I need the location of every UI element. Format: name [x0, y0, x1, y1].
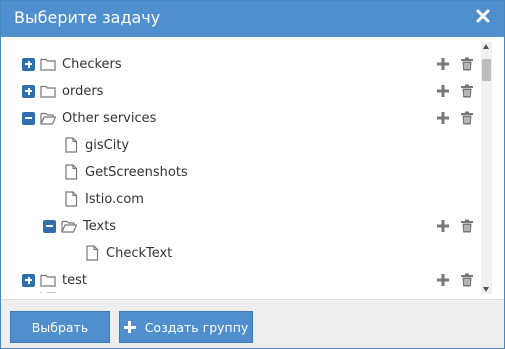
create-group-button[interactable]: Создать группу — [119, 311, 253, 343]
plus-icon — [123, 321, 136, 333]
expand-toggle-icon[interactable] — [22, 84, 35, 98]
task-tree: Checkers orders Other services gisCity G… — [5, 42, 479, 293]
tree-item-getscreenshots[interactable]: GetScreenshots — [63, 161, 188, 183]
folder-icon — [40, 56, 56, 72]
file-icon — [84, 245, 100, 261]
tree-item-checkers[interactable]: Checkers — [22, 53, 122, 75]
tree-item-other-services[interactable]: Other services — [22, 107, 156, 129]
scroll-down-icon[interactable] — [483, 287, 489, 292]
row-actions — [436, 273, 474, 287]
create-group-button-label: Создать группу — [144, 319, 249, 335]
tree-item-label: Other services — [62, 110, 157, 126]
expand-toggle-icon[interactable] — [22, 57, 35, 71]
scroll-thumb[interactable] — [482, 59, 491, 81]
select-button[interactable]: Выбрать — [10, 311, 110, 343]
tree-item-label: Texts — [83, 218, 117, 234]
close-icon[interactable] — [476, 9, 490, 23]
file-icon — [63, 137, 79, 153]
tree-scrollbar[interactable] — [481, 42, 492, 294]
add-icon[interactable] — [436, 273, 450, 287]
trash-icon[interactable] — [460, 219, 474, 233]
folder-icon — [40, 292, 56, 293]
add-icon[interactable] — [436, 111, 450, 125]
row-actions — [436, 111, 474, 125]
trash-icon[interactable] — [460, 273, 474, 287]
folder-open-icon — [40, 110, 56, 126]
row-actions — [436, 219, 474, 233]
tree-item-istio[interactable]: Istio.com — [63, 188, 144, 210]
collapse-toggle-icon[interactable] — [43, 219, 56, 233]
tree-item-label: orders — [62, 83, 104, 99]
tree-item-label: GetScreenshots — [85, 164, 188, 180]
row-actions — [436, 57, 474, 71]
row-actions — [436, 84, 474, 98]
dialog-body: Checkers orders Other services gisCity G… — [1, 37, 504, 299]
folder-open-icon — [61, 218, 77, 234]
trash-icon[interactable] — [460, 84, 474, 98]
tree-item-test[interactable]: test — [22, 269, 87, 291]
expand-toggle-icon[interactable] — [22, 273, 35, 287]
tree-item-texts[interactable]: Texts — [43, 215, 116, 237]
dialog-title: Выберите задачу — [14, 8, 161, 27]
select-button-label: Выбрать — [31, 319, 89, 335]
file-icon — [63, 191, 79, 207]
trash-icon[interactable] — [460, 111, 474, 125]
trash-icon[interactable] — [460, 57, 474, 71]
tree-item-label: Checkers — [62, 56, 122, 72]
select-task-dialog: Выберите задачу Checkers orders Other se… — [0, 0, 505, 349]
folder-icon — [40, 272, 56, 288]
collapse-toggle-icon[interactable] — [22, 111, 35, 125]
add-icon[interactable] — [436, 219, 450, 233]
tree-item-partial — [22, 292, 62, 293]
file-icon — [63, 164, 79, 180]
dialog-footer: Выбрать Создать группу — [1, 299, 504, 348]
add-icon[interactable] — [436, 84, 450, 98]
tree-item-label: Istio.com — [85, 191, 144, 207]
tree-item-giscity[interactable]: gisCity — [63, 134, 129, 156]
tree-item-checktext[interactable]: CheckText — [84, 242, 172, 264]
tree-item-orders[interactable]: orders — [22, 80, 103, 102]
scroll-up-icon[interactable] — [483, 44, 489, 49]
add-icon[interactable] — [436, 57, 450, 71]
dialog-titlebar: Выберите задачу — [1, 1, 504, 37]
tree-item-label: gisCity — [85, 137, 130, 153]
tree-item-label: test — [62, 272, 87, 288]
folder-icon — [40, 83, 56, 99]
tree-item-label: CheckText — [106, 245, 173, 261]
